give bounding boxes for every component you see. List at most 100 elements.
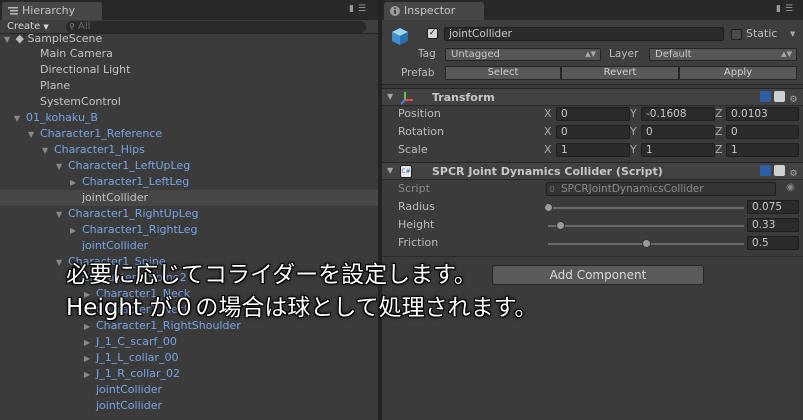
- search-input[interactable]: ⚲ All: [66, 21, 366, 33]
- chevron-down-icon[interactable]: ▼: [14, 111, 26, 127]
- inspector-tabbar: Inspector ▮ ☰: [382, 0, 803, 20]
- chevron-down-icon: ▼: [43, 23, 49, 31]
- inspector-tab[interactable]: Inspector: [384, 2, 484, 20]
- active-checkbox[interactable]: ✓: [427, 28, 438, 39]
- lock-icon[interactable]: ▮: [349, 4, 354, 14]
- transform-title: Transform: [432, 91, 495, 104]
- chevron-down-icon[interactable]: ▼: [56, 159, 68, 175]
- chevron-down-icon[interactable]: ▼: [387, 166, 393, 175]
- tree-row[interactable]: Main Camera: [0, 46, 378, 62]
- tree-row[interactable]: jointCollider: [0, 382, 378, 398]
- tree-row-label: jointCollider: [96, 399, 162, 412]
- menu-icon[interactable]: ☰: [358, 4, 366, 14]
- tree-row[interactable]: SystemControl: [0, 94, 378, 110]
- tree-row[interactable]: Directional Light: [0, 62, 378, 78]
- hierarchy-tab[interactable]: Hierarchy: [2, 2, 102, 20]
- chevron-down-icon[interactable]: ▼: [0, 35, 12, 45]
- chevron-right-icon[interactable]: ▶: [84, 351, 96, 367]
- tree-row[interactable]: ▶ J_1_L_collar_00: [0, 350, 378, 366]
- radius-slider-track[interactable]: [548, 207, 744, 209]
- tree-row[interactable]: ▼ Character1_LeftUpLeg: [0, 158, 378, 174]
- tree-row[interactable]: Plane: [0, 78, 378, 94]
- rotation-x-field[interactable]: 0: [556, 125, 630, 139]
- friction-slider-knob[interactable]: [642, 239, 651, 248]
- chevron-down-icon[interactable]: ▼: [42, 143, 54, 159]
- tree-row[interactable]: jointCollider: [0, 238, 378, 254]
- tree-row[interactable]: jointCollider: [0, 190, 378, 206]
- tree-row[interactable]: ▼ Character1_RightUpLeg: [0, 206, 378, 222]
- position-x-label: X: [544, 107, 552, 120]
- script-field[interactable]: ▯ SPCRJointDynamicsCollider: [546, 182, 776, 196]
- add-component-button[interactable]: Add Component: [492, 265, 704, 285]
- tree-row-label: 01_kohaku_B: [26, 111, 98, 124]
- tag-label: Tag: [418, 48, 436, 60]
- tree-row[interactable]: ▼ Character1_Reference: [0, 126, 378, 142]
- scale-y-label: Y: [630, 143, 637, 156]
- layer-value: Default: [655, 49, 692, 60]
- friction-field[interactable]: 0.5: [747, 236, 799, 250]
- preset-icon[interactable]: [774, 165, 785, 176]
- lock-icon[interactable]: ▮: [776, 4, 781, 14]
- collider-header[interactable]: ▼ C# SPCR Joint Dynamics Collider (Scrip…: [382, 162, 803, 180]
- rotation-y-field[interactable]: 0: [641, 125, 715, 139]
- tree-row[interactable]: ▼ Character1_Hips: [0, 142, 378, 158]
- tag-dropdown[interactable]: Untagged ▲▼: [445, 48, 601, 61]
- chevron-right-icon[interactable]: ▶: [70, 223, 82, 239]
- rotation-z-field[interactable]: 0: [726, 125, 799, 139]
- tree-row-label: J_1_L_collar_00: [96, 351, 179, 364]
- tree-row[interactable]: ▶ Character1_RightLeg: [0, 222, 378, 238]
- gear-icon[interactable]: ⚙: [788, 169, 799, 180]
- layer-dropdown[interactable]: Default ▲▼: [649, 48, 797, 61]
- static-checkbox[interactable]: [731, 29, 742, 40]
- tree-row-label: Character1_RightUpLeg: [68, 207, 199, 220]
- tree-row-label: Character1_LeftUpLeg: [68, 159, 191, 172]
- scale-label: Scale: [398, 143, 428, 156]
- tree-row-label: Character1_LeftLeg: [82, 175, 190, 188]
- tag-value: Untagged: [451, 49, 500, 60]
- height-slider-track[interactable]: [548, 225, 744, 227]
- preset-icon[interactable]: [774, 91, 785, 102]
- gear-icon[interactable]: ⚙: [788, 95, 799, 106]
- position-y-field[interactable]: -0.1608: [641, 107, 715, 121]
- prefab-apply-button[interactable]: Apply: [679, 66, 797, 80]
- menu-icon[interactable]: ☰: [785, 4, 793, 14]
- prefab-revert-button[interactable]: Revert: [561, 66, 679, 80]
- position-z-field[interactable]: 0.0103: [726, 107, 799, 121]
- chevron-right-icon[interactable]: ▶: [70, 175, 82, 191]
- height-field[interactable]: 0.33: [747, 218, 799, 232]
- scene-row[interactable]: ▼ ◆ SampleScene: [0, 33, 378, 46]
- tree-row[interactable]: ▼ 01_kohaku_B: [0, 110, 378, 126]
- position-z-label: Z: [715, 107, 723, 120]
- scale-z-field[interactable]: 1: [726, 143, 799, 157]
- chevron-down-icon[interactable]: ▼: [387, 92, 393, 101]
- tree-row-label: Character1_Hips: [54, 143, 145, 156]
- help-book-icon[interactable]: [760, 91, 771, 102]
- chevron-right-icon[interactable]: ▶: [84, 335, 96, 351]
- chevron-down-icon[interactable]: ▼: [28, 127, 40, 143]
- object-name-field[interactable]: jointCollider: [444, 27, 724, 41]
- tree-row-label: Plane: [40, 79, 71, 92]
- scale-x-field[interactable]: 1: [556, 143, 630, 157]
- transform-header[interactable]: ▼ Transform ⚙: [382, 88, 803, 106]
- chevron-down-icon[interactable]: ▼: [790, 30, 795, 38]
- chevron-down-icon[interactable]: ▼: [56, 207, 68, 223]
- tree-row[interactable]: ▶ J_1_C_scarf_00: [0, 334, 378, 350]
- tree-row[interactable]: ▶ Character1_LeftLeg: [0, 174, 378, 190]
- chevron-right-icon[interactable]: ▶: [84, 367, 96, 383]
- prefab-select-button[interactable]: Select: [445, 66, 561, 80]
- object-picker-icon[interactable]: ◉: [786, 182, 795, 193]
- help-book-icon[interactable]: [760, 165, 771, 176]
- tree-row[interactable]: ▶ J_1_R_collar_02: [0, 366, 378, 382]
- tree-row[interactable]: jointCollider: [0, 398, 378, 414]
- scale-z-label: Z: [715, 143, 723, 156]
- info-icon: [390, 6, 400, 16]
- radius-field[interactable]: 0.075: [747, 200, 799, 214]
- create-label: Create: [7, 21, 41, 32]
- position-x-field[interactable]: 0: [556, 107, 630, 121]
- radius-slider-knob[interactable]: [544, 203, 553, 212]
- scale-y-field[interactable]: 1: [641, 143, 715, 157]
- tree-row-label: jointCollider: [82, 239, 148, 252]
- position-label: Position: [398, 107, 441, 120]
- height-slider-knob[interactable]: [555, 221, 565, 230]
- script-value: SPCRJointDynamicsCollider: [561, 183, 704, 195]
